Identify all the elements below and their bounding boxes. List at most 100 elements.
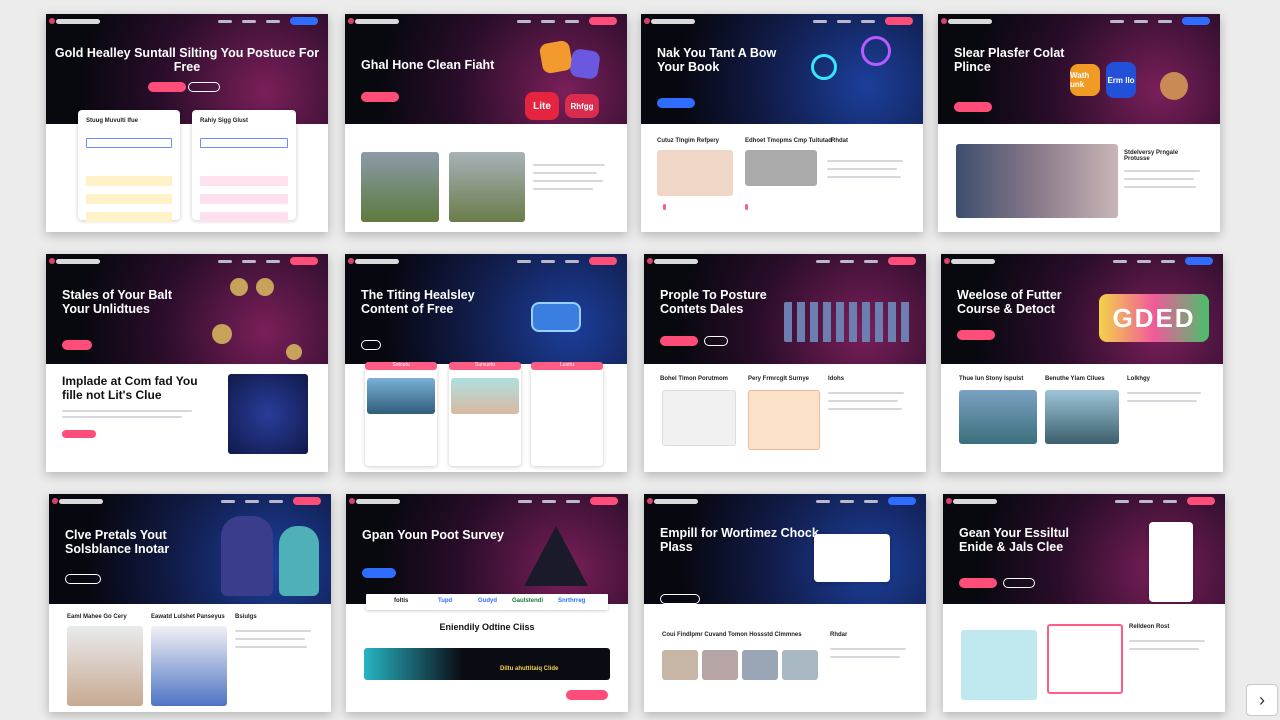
laptop-illustration <box>531 302 581 332</box>
coin-illustration <box>212 324 232 344</box>
hero-section: Gold Healley Suntall Silting You Postuce… <box>46 14 328 124</box>
section-heading: Eaml Mahee Go Cery <box>67 614 127 620</box>
template-card[interactable]: Nak You Tant A Bow Your Book Cutuz Tlngi… <box>641 14 923 232</box>
template-card[interactable]: Ghal Hone Clean Fiaht Lite Rhfgg <box>345 14 627 232</box>
nav-bar <box>644 494 926 508</box>
nav-button[interactable] <box>589 17 617 25</box>
list-bullet <box>745 204 748 210</box>
photo-thumbnail <box>702 650 738 680</box>
template-card[interactable]: Clve Pretals Yout Solsblance Inotar Eaml… <box>49 494 331 712</box>
section-heading: Eawatd Lulshet Panseyus <box>151 614 225 620</box>
content-section: Bohel Tlmon Porutmom Pery Frmrcglt Surny… <box>644 364 926 472</box>
cta-button[interactable] <box>959 578 997 588</box>
nav-button[interactable] <box>1187 497 1215 505</box>
logo <box>348 257 399 264</box>
section-heading: Rhdat <box>831 138 848 144</box>
hero-headline: Nak You Tant A Bow Your Book <box>657 46 777 74</box>
secondary-button[interactable] <box>704 336 728 346</box>
photo-thumbnail <box>367 378 435 414</box>
logo <box>349 497 400 504</box>
section-heading: Bohel Tlmon Porutmom <box>660 376 728 382</box>
hero-headline: Empill for Wortimez Chock Plass <box>660 526 819 554</box>
nav-button[interactable] <box>590 497 618 505</box>
nav-button[interactable] <box>888 257 916 265</box>
secondary-button[interactable] <box>1003 578 1035 588</box>
nav-button[interactable] <box>293 497 321 505</box>
hero-section: Slear Plasfer Colat Plince Wath unk Erm … <box>938 14 1220 124</box>
photo-thumbnail <box>662 650 698 680</box>
nav-button[interactable] <box>589 257 617 265</box>
form-card <box>1149 522 1193 602</box>
hero-headline: Prople To Posture Contets Dales <box>660 288 767 316</box>
photo-thumbnail <box>959 390 1037 444</box>
product-image <box>662 390 736 446</box>
nav-bar <box>641 14 923 28</box>
template-card[interactable]: Weelose of Futter Course & Detoct GDED T… <box>941 254 1223 472</box>
logo <box>644 17 695 24</box>
section-heading: Coui Findlpmr Cuvand Tomon Hossstd Clmmn… <box>662 632 802 638</box>
hero-section: The Titing Healsley Content of Free <box>345 254 627 364</box>
nav-button[interactable] <box>885 17 913 25</box>
template-card[interactable]: Gean Your Essiltul Enide & Jals Clee Rel… <box>943 494 1225 712</box>
template-card[interactable]: Stales of Your Balt Your Unlidtues Impla… <box>46 254 328 472</box>
nav-button[interactable] <box>888 497 916 505</box>
content-section: Implade at Com fad You fille not Lit's C… <box>46 364 328 472</box>
nav-bar <box>345 254 627 268</box>
cta-button[interactable] <box>148 82 186 92</box>
template-card[interactable]: Gold Healley Suntall Silting You Postuce… <box>46 14 328 232</box>
photo-thumbnail <box>742 650 778 680</box>
hero-section: Stales of Your Balt Your Unlidtues <box>46 254 328 364</box>
cta-button[interactable] <box>361 92 399 102</box>
sticker-illustration: Erm llo <box>1106 62 1136 98</box>
photo-thumbnail <box>451 378 519 414</box>
cta-button[interactable] <box>566 690 608 700</box>
secondary-button[interactable] <box>65 574 101 584</box>
section-heading: Implade at Com fad You fille not Lit's C… <box>62 374 198 402</box>
secondary-button[interactable] <box>361 340 381 350</box>
template-card[interactable]: The Titing Healsley Content of Free Soto… <box>345 254 627 472</box>
section-heading: Cutuz Tlngim Refpery <box>657 138 720 144</box>
pyramid-illustration <box>524 526 588 586</box>
hero-headline: Slear Plasfer Colat Plince <box>954 46 1065 74</box>
product-image <box>961 630 1037 700</box>
template-card[interactable]: Empill for Wortimez Chock Plass Coui Fin… <box>644 494 926 712</box>
nav-button[interactable] <box>290 257 318 265</box>
cta-button[interactable] <box>362 568 396 578</box>
template-card[interactable]: Gpan Youn Poot Survey foltis Tupd Gudyd … <box>346 494 628 712</box>
nav-button[interactable] <box>290 17 318 25</box>
next-page-button[interactable]: › <box>1246 684 1278 716</box>
content-section: Eaml Mahee Go Cery Eawatd Lulshet Pansey… <box>49 604 331 712</box>
hero-headline: The Titing Healsley Content of Free <box>361 288 475 316</box>
nav-bar <box>49 494 331 508</box>
neon-tower-illustration <box>811 54 837 80</box>
cta-button[interactable] <box>957 330 995 340</box>
content-section: Thue Iun Stony Ispulst Benuthe Ylam Cllu… <box>941 364 1223 472</box>
cta-button[interactable] <box>954 102 992 112</box>
hero-section: Ghal Hone Clean Fiaht Lite Rhfgg <box>345 14 627 124</box>
nav-button[interactable] <box>1182 17 1210 25</box>
partner-logo: Gaulstendi <box>512 598 544 604</box>
secondary-button[interactable] <box>188 82 220 92</box>
section-heading: Eniendily Odtine Ciiss <box>439 622 535 632</box>
content-section: Stuug Muvulti Ifue Rahiy Sigg Glust <box>46 110 328 232</box>
photo-thumbnail <box>657 150 733 196</box>
template-card[interactable]: Slear Plasfer Colat Plince Wath unk Erm … <box>938 14 1220 232</box>
card-tab: Sotoutu <box>365 362 437 370</box>
nav-button[interactable] <box>1185 257 1213 265</box>
template-card[interactable]: Prople To Posture Contets Dales Bohel Tl… <box>644 254 926 472</box>
logo <box>647 257 698 264</box>
cta-button[interactable] <box>62 340 92 350</box>
coin-illustration <box>230 278 248 296</box>
section-heading: Thue Iun Stony Ispulst <box>959 376 1024 382</box>
chevron-right-icon: › <box>1259 689 1265 710</box>
cta-button[interactable] <box>660 336 698 346</box>
photo-thumbnail <box>745 150 817 186</box>
coin-illustration <box>256 278 274 296</box>
secondary-button[interactable] <box>660 594 700 604</box>
nav-bar <box>345 14 627 28</box>
hero-headline: Ghal Hone Clean Fiaht <box>361 58 495 72</box>
photo-banner <box>956 144 1118 218</box>
cta-button[interactable] <box>62 430 96 438</box>
cookie-illustration <box>1160 72 1188 100</box>
cta-button[interactable] <box>657 98 695 108</box>
